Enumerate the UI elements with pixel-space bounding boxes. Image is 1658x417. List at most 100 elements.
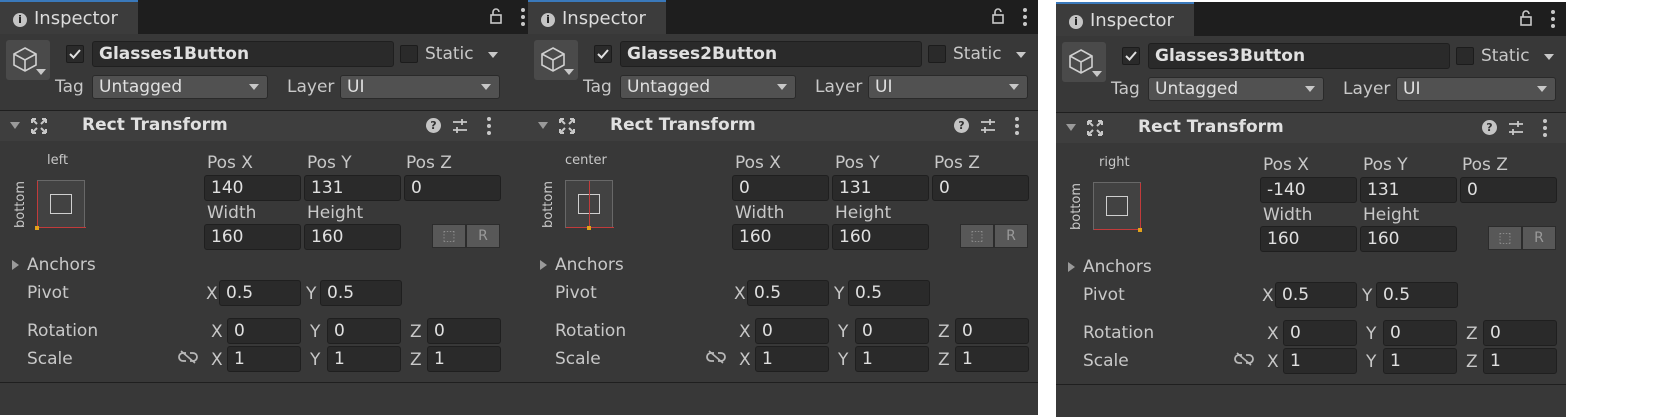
active-checkbox[interactable] [1122, 47, 1140, 65]
anchors-label[interactable]: Anchors [27, 255, 96, 275]
static-checkbox[interactable] [1456, 47, 1474, 65]
anchors-foldout-icon[interactable] [540, 260, 547, 270]
pivot-x-field[interactable]: 0.5 [219, 280, 301, 306]
raw-edit-button[interactable]: R [994, 224, 1028, 248]
rotation-z-field[interactable]: 0 [427, 318, 501, 344]
help-icon[interactable]: ? [954, 118, 969, 133]
blueprint-mode-button[interactable]: ⬚ [1488, 226, 1522, 250]
pos-y-field[interactable]: 131 [832, 175, 929, 201]
rotation-y-field[interactable]: 0 [327, 318, 401, 344]
scale-z-field[interactable]: 1 [427, 346, 501, 372]
rect-transform-header[interactable]: Rect Transform ? [0, 111, 536, 141]
help-icon[interactable]: ? [426, 118, 441, 133]
gameobject-cube-icon[interactable] [534, 40, 578, 80]
layer-dropdown[interactable]: UI [868, 75, 1028, 99]
presets-icon[interactable] [452, 118, 468, 134]
tab-inspector[interactable]: i Inspector [1056, 2, 1194, 36]
tag-dropdown[interactable]: Untagged [1148, 77, 1324, 101]
static-dropdown-arrow[interactable] [1016, 52, 1026, 58]
scale-y-field[interactable]: 1 [327, 346, 401, 372]
anchors-label[interactable]: Anchors [1083, 257, 1152, 277]
kebab-menu-icon[interactable] [1542, 119, 1548, 137]
rect-transform-header[interactable]: Rect Transform ? [528, 111, 1038, 141]
pivot-x-field[interactable]: 0.5 [747, 280, 829, 306]
raw-edit-button[interactable]: R [466, 224, 500, 248]
rotation-y-field[interactable]: 0 [1383, 320, 1457, 346]
width-field[interactable]: 160 [732, 224, 829, 250]
tab-inspector[interactable]: i Inspector [0, 0, 138, 34]
scale-y-field[interactable]: 1 [855, 346, 929, 372]
pos-y-field[interactable]: 131 [304, 175, 401, 201]
scale-x-field[interactable]: 1 [1283, 348, 1357, 374]
pivot-y-field[interactable]: 0.5 [848, 280, 930, 306]
pos-z-field[interactable]: 0 [1460, 177, 1557, 203]
pos-z-field[interactable]: 0 [404, 175, 501, 201]
rotation-z-field[interactable]: 0 [1483, 320, 1557, 346]
width-field[interactable]: 160 [1260, 226, 1357, 252]
blueprint-mode-button[interactable]: ⬚ [960, 224, 994, 248]
pos-x-field[interactable]: 140 [204, 175, 301, 201]
foldout-arrow-icon[interactable] [1066, 124, 1076, 131]
tab-inspector[interactable]: i Inspector [528, 0, 666, 34]
active-checkbox[interactable] [594, 45, 612, 63]
foldout-arrow-icon[interactable] [538, 122, 548, 129]
anchors-foldout-icon[interactable] [1068, 262, 1075, 272]
kebab-menu-icon[interactable] [486, 117, 492, 135]
kebab-menu-icon[interactable] [1022, 8, 1028, 26]
pivot-x-field[interactable]: 0.5 [1275, 282, 1357, 308]
object-name-field[interactable]: Glasses2Button [620, 41, 922, 67]
rotation-x-field[interactable]: 0 [755, 318, 829, 344]
anchor-presets-button[interactable] [35, 180, 86, 230]
raw-edit-button[interactable]: R [1522, 226, 1556, 250]
layer-dropdown[interactable]: UI [1396, 77, 1556, 101]
lock-icon[interactable] [1520, 10, 1532, 26]
tag-dropdown[interactable]: Untagged [620, 75, 796, 99]
anchors-label[interactable]: Anchors [555, 255, 624, 275]
presets-icon[interactable] [980, 118, 996, 134]
kebab-menu-icon[interactable] [520, 8, 526, 26]
scale-z-field[interactable]: 1 [955, 346, 1029, 372]
rect-transform-header[interactable]: Rect Transform ? [1056, 113, 1566, 143]
presets-icon[interactable] [1508, 120, 1524, 136]
object-name-field[interactable]: Glasses1Button [92, 41, 394, 67]
pos-y-field[interactable]: 131 [1360, 177, 1457, 203]
constrain-proportions-icon[interactable] [178, 350, 198, 364]
pos-x-field[interactable]: -140 [1260, 177, 1357, 203]
layer-dropdown[interactable]: UI [340, 75, 500, 99]
static-checkbox[interactable] [928, 45, 946, 63]
object-name-field[interactable]: Glasses3Button [1148, 43, 1450, 69]
scale-z-field[interactable]: 1 [1483, 348, 1557, 374]
lock-icon[interactable] [992, 8, 1004, 24]
kebab-menu-icon[interactable] [1014, 117, 1020, 135]
rotation-x-field[interactable]: 0 [1283, 320, 1357, 346]
active-checkbox[interactable] [66, 45, 84, 63]
scale-x-field[interactable]: 1 [755, 346, 829, 372]
foldout-arrow-icon[interactable] [10, 122, 20, 129]
static-dropdown-arrow[interactable] [1544, 54, 1554, 60]
constrain-proportions-icon[interactable] [706, 350, 726, 364]
scale-x-field[interactable]: 1 [227, 346, 301, 372]
kebab-menu-icon[interactable] [1550, 10, 1556, 28]
help-icon[interactable]: ? [1482, 120, 1497, 135]
pos-z-field[interactable]: 0 [932, 175, 1029, 201]
static-checkbox[interactable] [400, 45, 418, 63]
tag-dropdown[interactable]: Untagged [92, 75, 268, 99]
anchors-foldout-icon[interactable] [12, 260, 19, 270]
anchor-presets-button[interactable] [1093, 182, 1142, 232]
scale-y-field[interactable]: 1 [1383, 348, 1457, 374]
pos-x-field[interactable]: 0 [732, 175, 829, 201]
constrain-proportions-icon[interactable] [1234, 352, 1254, 366]
height-field[interactable]: 160 [304, 224, 401, 250]
static-dropdown-arrow[interactable] [488, 52, 498, 58]
rotation-y-field[interactable]: 0 [855, 318, 929, 344]
rotation-z-field[interactable]: 0 [955, 318, 1029, 344]
height-field[interactable]: 160 [832, 224, 929, 250]
width-field[interactable]: 160 [204, 224, 301, 250]
gameobject-cube-icon[interactable] [6, 40, 50, 80]
gameobject-cube-icon[interactable] [1062, 42, 1106, 82]
pivot-y-field[interactable]: 0.5 [320, 280, 402, 306]
pivot-y-field[interactable]: 0.5 [1376, 282, 1458, 308]
anchor-presets-button[interactable] [565, 180, 614, 230]
height-field[interactable]: 160 [1360, 226, 1457, 252]
blueprint-mode-button[interactable]: ⬚ [432, 224, 466, 248]
